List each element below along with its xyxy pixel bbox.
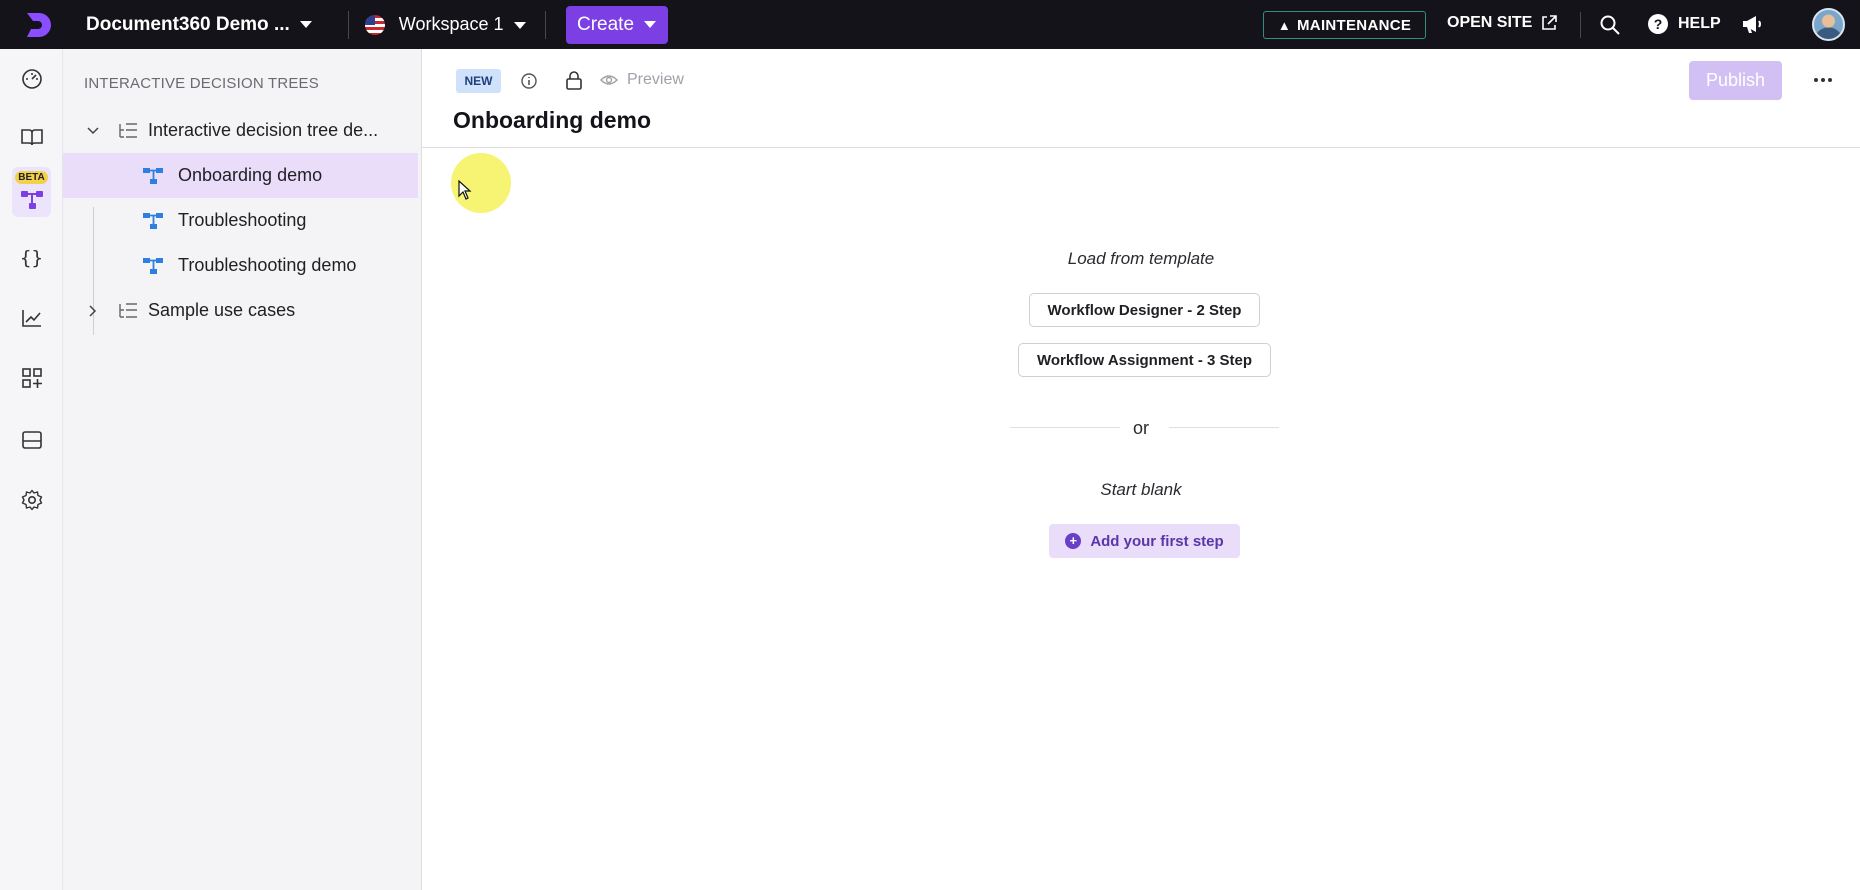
chevron-right-icon[interactable] bbox=[85, 303, 101, 319]
preview-button[interactable]: Preview bbox=[600, 71, 684, 89]
maintenance-label: MAINTENANCE bbox=[1297, 16, 1412, 34]
divider bbox=[1580, 12, 1581, 38]
tree-item-label: Onboarding demo bbox=[178, 165, 323, 185]
chevron-down-icon[interactable] bbox=[85, 123, 101, 139]
beta-badge: BETA bbox=[15, 171, 48, 184]
chevron-down-icon bbox=[299, 20, 312, 28]
divider bbox=[422, 147, 1860, 148]
widgets-icon[interactable] bbox=[19, 427, 44, 452]
icon-rail: BETA {} bbox=[0, 49, 63, 890]
open-site-link[interactable]: OPEN SITE bbox=[1447, 14, 1558, 32]
divider bbox=[347, 10, 349, 39]
tree-item-troubleshooting[interactable]: Troubleshooting bbox=[63, 198, 418, 243]
us-flag-icon bbox=[364, 14, 385, 35]
document360-logo-icon[interactable] bbox=[19, 8, 55, 42]
eye-icon bbox=[600, 75, 618, 85]
open-site-label: OPEN SITE bbox=[1447, 14, 1533, 31]
more-options-icon[interactable] bbox=[1808, 73, 1838, 87]
start-blank-label: Start blank bbox=[1100, 480, 1182, 499]
template-button-workflow-designer[interactable]: Workflow Designer - 2 Step bbox=[1029, 293, 1260, 327]
info-icon[interactable] bbox=[520, 72, 538, 90]
project-selector[interactable]: Document360 Demo ... bbox=[86, 14, 312, 36]
preview-label: Preview bbox=[627, 71, 684, 88]
chevron-down-icon bbox=[513, 21, 526, 29]
divider bbox=[1169, 427, 1279, 428]
tree-item-onboarding-demo[interactable]: Onboarding demo bbox=[63, 153, 418, 198]
category-tree-icon bbox=[119, 302, 137, 318]
lock-icon[interactable] bbox=[565, 70, 583, 90]
decision-tree-icon bbox=[143, 212, 163, 229]
api-icon[interactable]: {} bbox=[19, 245, 44, 270]
template-button-workflow-assignment[interactable]: Workflow Assignment - 3 Step bbox=[1018, 343, 1271, 377]
publish-button[interactable]: Publish bbox=[1689, 61, 1782, 100]
maintenance-button[interactable]: ▲ MAINTENANCE bbox=[1263, 11, 1426, 39]
tree-item-label: Troubleshooting demo bbox=[178, 255, 357, 275]
search-icon[interactable] bbox=[1599, 14, 1621, 36]
help-label: HELP bbox=[1678, 15, 1721, 32]
decision-tree-icon bbox=[143, 257, 163, 274]
workspace-selector[interactable]: Workspace 1 bbox=[399, 14, 526, 35]
user-avatar[interactable] bbox=[1812, 8, 1845, 41]
settings-icon[interactable] bbox=[19, 487, 44, 512]
workspace-name: Workspace 1 bbox=[398, 14, 504, 34]
decision-tree-sidebar: INTERACTIVE DECISION TREES Interactive d… bbox=[63, 49, 422, 890]
decision-tree-icon bbox=[21, 191, 43, 209]
or-separator: or bbox=[1132, 418, 1149, 438]
status-badge: NEW bbox=[456, 69, 501, 93]
sidebar-heading: INTERACTIVE DECISION TREES bbox=[84, 75, 319, 92]
dashboard-icon[interactable] bbox=[19, 66, 44, 91]
documentation-icon[interactable] bbox=[19, 124, 44, 149]
top-navigation-bar: Document360 Demo ... Workspace 1 Create … bbox=[0, 0, 1860, 49]
tree-folder-sample-use-cases[interactable]: Sample use cases bbox=[63, 288, 418, 333]
tree-item-troubleshooting-demo[interactable]: Troubleshooting demo bbox=[63, 243, 418, 288]
add-step-label: Add your first step bbox=[1090, 532, 1224, 550]
editor-area: NEW Preview Publish Onboarding demo Load… bbox=[422, 49, 1860, 890]
tree-item-label: Interactive decision tree de... bbox=[148, 120, 379, 140]
decision-tree-icon bbox=[143, 167, 163, 184]
load-from-template-label: Load from template bbox=[1067, 249, 1215, 268]
integrations-icon[interactable] bbox=[19, 365, 44, 390]
external-link-icon bbox=[1542, 15, 1558, 30]
create-button[interactable]: Create bbox=[565, 5, 668, 44]
divider bbox=[544, 10, 546, 39]
chevron-down-icon bbox=[644, 21, 657, 28]
create-label: Create bbox=[576, 13, 635, 35]
help-button[interactable]: ? HELP bbox=[1648, 14, 1721, 34]
add-first-step-button[interactable]: + Add your first step bbox=[1049, 524, 1240, 558]
tree-folder-interactive-decision-tree[interactable]: Interactive decision tree de... bbox=[63, 108, 418, 153]
help-icon: ? bbox=[1648, 14, 1668, 34]
page-title: Onboarding demo bbox=[453, 107, 652, 133]
megaphone-icon[interactable] bbox=[1740, 13, 1764, 35]
category-tree-icon bbox=[119, 122, 137, 138]
mouse-cursor-icon bbox=[458, 180, 472, 200]
tree-item-label: Sample use cases bbox=[148, 300, 296, 320]
analytics-icon[interactable] bbox=[19, 305, 44, 330]
add-circle-icon: + bbox=[1065, 533, 1082, 549]
warning-icon: ▲ bbox=[1277, 17, 1292, 33]
decision-tree-nav-item[interactable]: BETA bbox=[12, 167, 51, 217]
tree-item-label: Troubleshooting bbox=[178, 210, 307, 230]
project-name: Document360 Demo ... bbox=[86, 13, 290, 35]
